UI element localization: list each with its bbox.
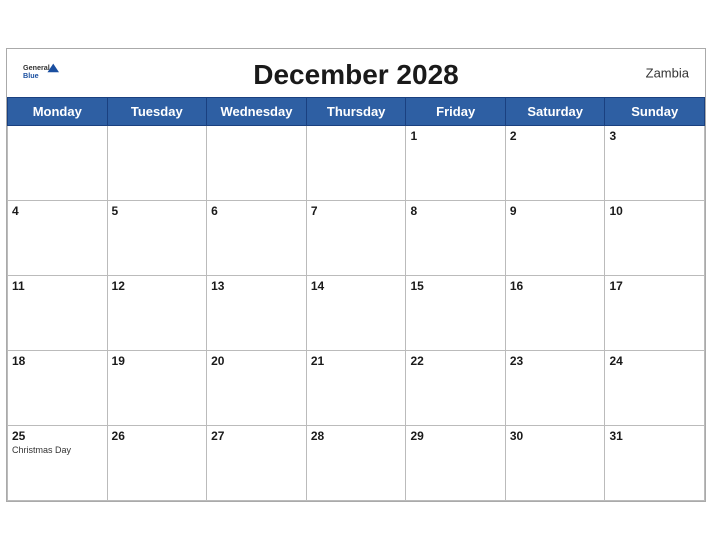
day-number: 4 [12, 204, 103, 218]
calendar-cell: 8 [406, 201, 505, 276]
weekday-header-row: Monday Tuesday Wednesday Thursday Friday… [8, 98, 705, 126]
calendar-cell: 10 [605, 201, 705, 276]
day-number: 8 [410, 204, 500, 218]
calendar-week-row: 456789 10 [8, 201, 705, 276]
svg-text:Blue: Blue [23, 71, 39, 80]
day-number: 21 [311, 354, 402, 368]
day-number: 1 [410, 129, 500, 143]
calendar-cell: 20 [207, 351, 307, 426]
calendar-week-row: 18 19 20 21 22 23 24 [8, 351, 705, 426]
generalblue-logo-icon: General Blue [23, 62, 59, 84]
calendar-header: General Blue December 2028 Zambia [7, 49, 705, 97]
day-number: 6 [211, 204, 302, 218]
day-number: 14 [311, 279, 402, 293]
day-number: 12 [112, 279, 203, 293]
calendar-cell: 21 [306, 351, 406, 426]
calendar-cell: 13 [207, 276, 307, 351]
calendar-container: General Blue December 2028 Zambia Monday… [6, 48, 706, 502]
weekday-friday: Friday [406, 98, 505, 126]
calendar-grid: Monday Tuesday Wednesday Thursday Friday… [7, 97, 705, 501]
day-number: 10 [609, 204, 700, 218]
calendar-cell: 19 [107, 351, 207, 426]
calendar-cell: 7 [306, 201, 406, 276]
calendar-cell [8, 126, 108, 201]
day-number: 25 [12, 429, 103, 443]
weekday-sunday: Sunday [605, 98, 705, 126]
calendar-cell: 18 [8, 351, 108, 426]
day-number: 18 [12, 354, 103, 368]
calendar-cell: 31 [605, 426, 705, 501]
day-number: 26 [112, 429, 203, 443]
calendar-cell: 11 [8, 276, 108, 351]
day-number: 31 [609, 429, 700, 443]
calendar-cell: 25 Christmas Day [8, 426, 108, 501]
calendar-cell [107, 126, 207, 201]
weekday-monday: Monday [8, 98, 108, 126]
day-number: 2 [510, 129, 601, 143]
calendar-cell: 6 [207, 201, 307, 276]
calendar-cell: 17 [605, 276, 705, 351]
weekday-thursday: Thursday [306, 98, 406, 126]
calendar-cell: 23 [505, 351, 605, 426]
calendar-week-row: 123 [8, 126, 705, 201]
day-number: 27 [211, 429, 302, 443]
weekday-wednesday: Wednesday [207, 98, 307, 126]
calendar-cell: 16 [505, 276, 605, 351]
weekday-saturday: Saturday [505, 98, 605, 126]
weekday-tuesday: Tuesday [107, 98, 207, 126]
day-number: 22 [410, 354, 500, 368]
day-number: 11 [12, 279, 103, 293]
day-number: 7 [311, 204, 402, 218]
calendar-cell: 14 [306, 276, 406, 351]
calendar-cell: 3 [605, 126, 705, 201]
day-number: 17 [609, 279, 700, 293]
calendar-week-row: 11 12 13 14 15 16 17 [8, 276, 705, 351]
calendar-cell: 28 [306, 426, 406, 501]
calendar-cell: 24 [605, 351, 705, 426]
calendar-cell [207, 126, 307, 201]
calendar-cell: 27 [207, 426, 307, 501]
calendar-cell: 2 [505, 126, 605, 201]
day-number: 29 [410, 429, 500, 443]
day-number: 13 [211, 279, 302, 293]
calendar-cell: 29 [406, 426, 505, 501]
calendar-cell: 12 [107, 276, 207, 351]
day-number: 24 [609, 354, 700, 368]
day-number: 3 [609, 129, 700, 143]
day-number: 30 [510, 429, 601, 443]
calendar-week-row: 25 Christmas Day 26 27 28 29 30 31 [8, 426, 705, 501]
day-event: Christmas Day [12, 445, 103, 455]
day-number: 15 [410, 279, 500, 293]
calendar-cell: 22 [406, 351, 505, 426]
calendar-cell: 1 [406, 126, 505, 201]
calendar-cell: 15 [406, 276, 505, 351]
day-number: 20 [211, 354, 302, 368]
day-number: 19 [112, 354, 203, 368]
calendar-cell: 30 [505, 426, 605, 501]
day-number: 9 [510, 204, 601, 218]
calendar-cell: 4 [8, 201, 108, 276]
calendar-cell [306, 126, 406, 201]
day-number: 28 [311, 429, 402, 443]
calendar-title: December 2028 [253, 59, 458, 91]
day-number: 5 [112, 204, 203, 218]
calendar-cell: 9 [505, 201, 605, 276]
calendar-cell: 5 [107, 201, 207, 276]
logo-area: General Blue [23, 62, 59, 84]
day-number: 16 [510, 279, 601, 293]
day-number: 23 [510, 354, 601, 368]
calendar-cell: 26 [107, 426, 207, 501]
country-label: Zambia [646, 66, 689, 81]
